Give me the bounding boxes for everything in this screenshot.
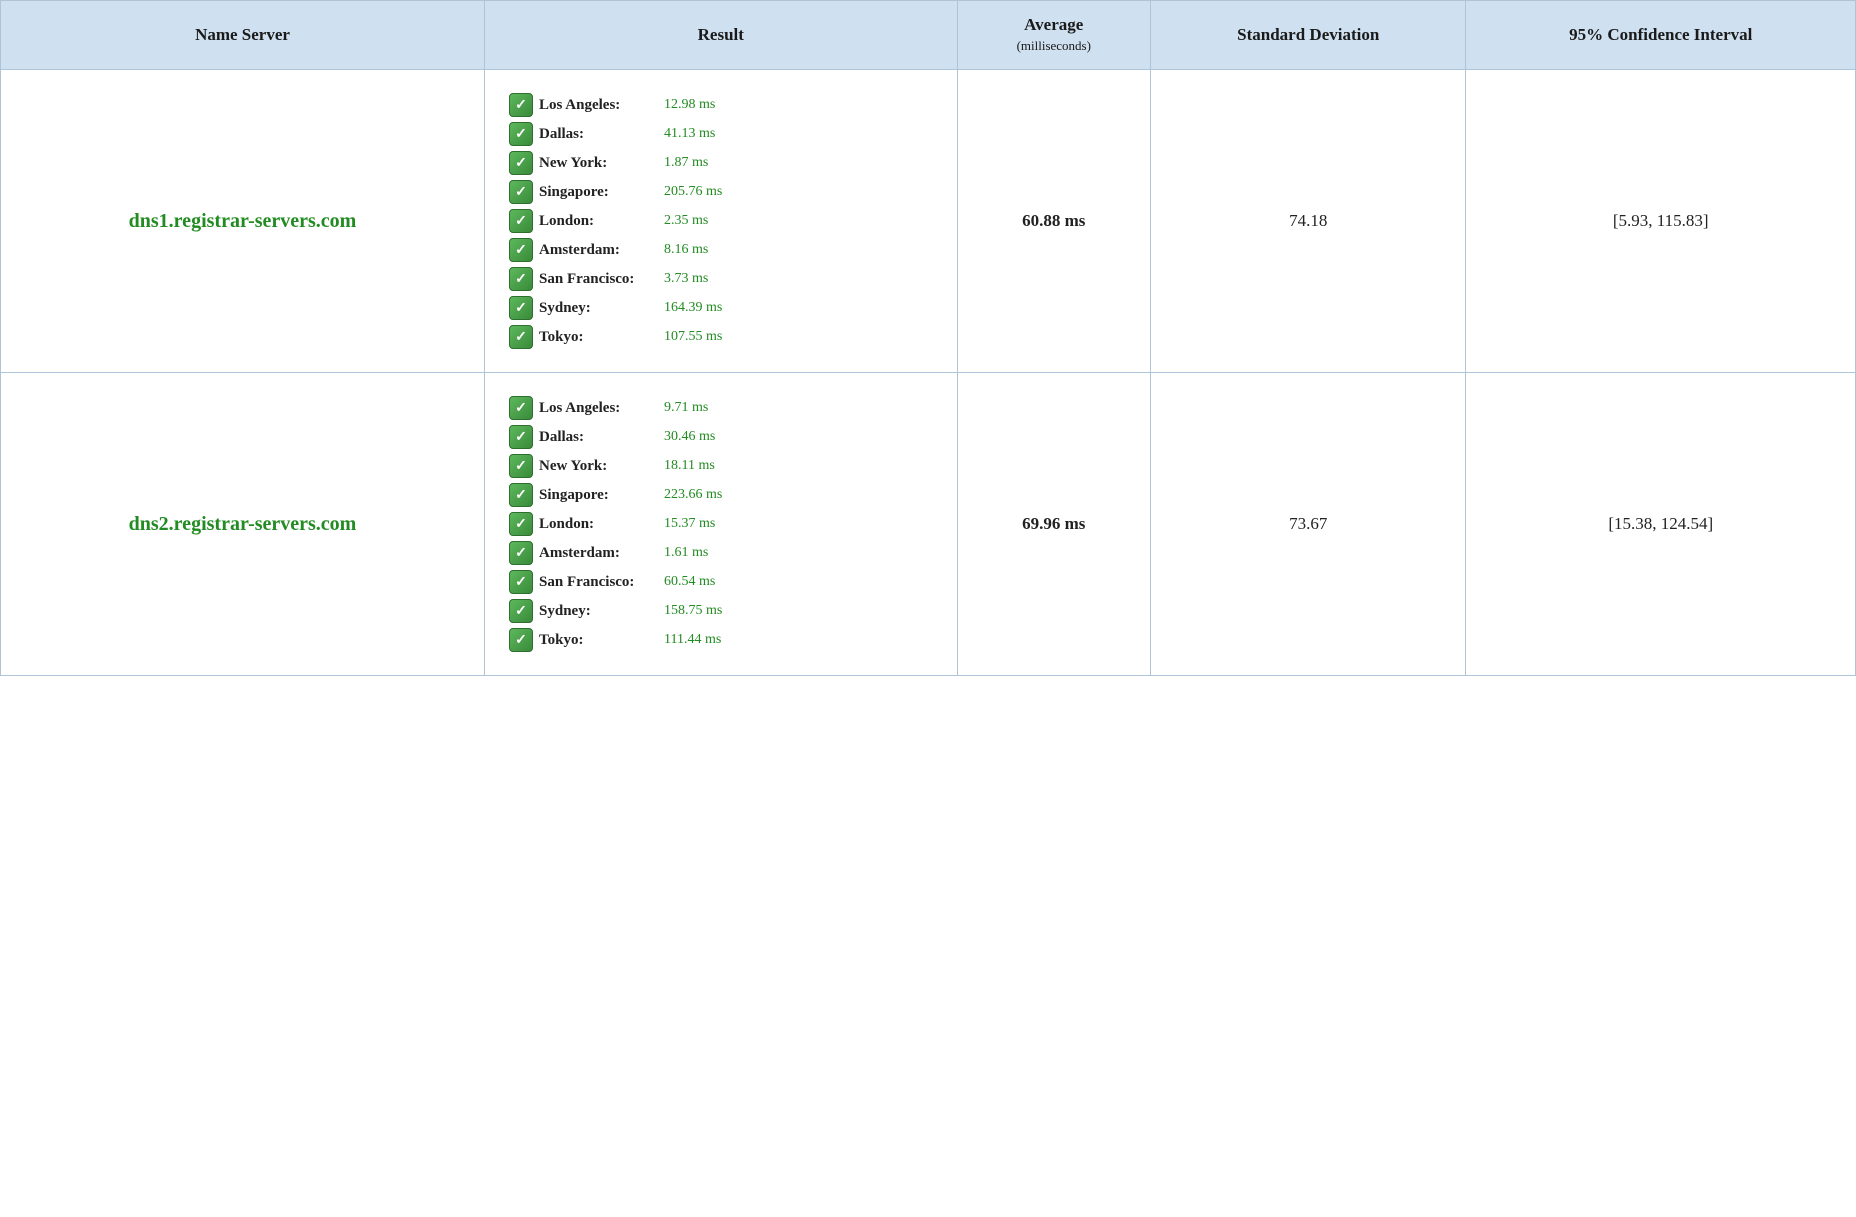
location-name: Los Angeles: (539, 400, 654, 417)
location-name: Tokyo: (539, 632, 654, 649)
result-row: London: 15.37 ms (509, 512, 933, 536)
table-header-row: Name Server Result Average (milliseconds… (1, 1, 1856, 70)
result-row: London: 2.35 ms (509, 209, 933, 233)
location-ms: 41.13 ms (664, 126, 715, 142)
location-name: New York: (539, 155, 654, 172)
result-row: Los Angeles: 12.98 ms (509, 93, 933, 117)
location-ms: 60.54 ms (664, 574, 715, 590)
location-ms: 18.11 ms (664, 458, 715, 474)
check-icon (509, 512, 533, 536)
location-ms: 12.98 ms (664, 97, 715, 113)
result-row: New York: 18.11 ms (509, 454, 933, 478)
header-result: Result (485, 1, 958, 70)
check-icon (509, 454, 533, 478)
check-icon (509, 599, 533, 623)
ci-cell: [15.38, 124.54] (1466, 373, 1856, 676)
location-name: Sydney: (539, 300, 654, 317)
location-ms: 111.44 ms (664, 632, 721, 648)
check-icon (509, 93, 533, 117)
location-name: Sydney: (539, 603, 654, 620)
check-icon (509, 267, 533, 291)
location-name: San Francisco: (539, 271, 654, 288)
dns-results-table: Name Server Result Average (milliseconds… (0, 0, 1856, 676)
result-row: Singapore: 223.66 ms (509, 483, 933, 507)
result-row: San Francisco: 60.54 ms (509, 570, 933, 594)
check-icon (509, 541, 533, 565)
location-ms: 164.39 ms (664, 300, 722, 316)
header-average: Average (milliseconds) (957, 1, 1150, 70)
result-row: Dallas: 30.46 ms (509, 425, 933, 449)
result-row: Dallas: 41.13 ms (509, 122, 933, 146)
result-row: Sydney: 164.39 ms (509, 296, 933, 320)
stddev-cell: 73.67 (1150, 373, 1466, 676)
location-ms: 9.71 ms (664, 400, 708, 416)
location-ms: 107.55 ms (664, 329, 722, 345)
location-ms: 223.66 ms (664, 487, 722, 503)
location-ms: 3.73 ms (664, 271, 708, 287)
server-name-cell: dns1.registrar-servers.com (1, 70, 485, 373)
location-name: London: (539, 213, 654, 230)
server-name-cell: dns2.registrar-servers.com (1, 373, 485, 676)
result-row: Singapore: 205.76 ms (509, 180, 933, 204)
location-name: Amsterdam: (539, 545, 654, 562)
result-row: Tokyo: 111.44 ms (509, 628, 933, 652)
location-name: London: (539, 516, 654, 533)
result-row: Tokyo: 107.55 ms (509, 325, 933, 349)
location-ms: 158.75 ms (664, 603, 722, 619)
location-name: Dallas: (539, 126, 654, 143)
location-ms: 15.37 ms (664, 516, 715, 532)
location-ms: 205.76 ms (664, 184, 722, 200)
location-ms: 1.61 ms (664, 545, 708, 561)
result-row: Amsterdam: 8.16 ms (509, 238, 933, 262)
result-row: Sydney: 158.75 ms (509, 599, 933, 623)
table-row: dns2.registrar-servers.com Los Angeles: 9.… (1, 373, 1856, 676)
location-name: Los Angeles: (539, 97, 654, 114)
check-icon (509, 628, 533, 652)
check-icon (509, 396, 533, 420)
header-name-server: Name Server (1, 1, 485, 70)
table-row: dns1.registrar-servers.com Los Angeles: 12… (1, 70, 1856, 373)
result-row: New York: 1.87 ms (509, 151, 933, 175)
check-icon (509, 209, 533, 233)
location-ms: 1.87 ms (664, 155, 708, 171)
results-cell: Los Angeles: 12.98 ms Dallas: 41.13 ms New Y… (485, 70, 958, 373)
check-icon (509, 483, 533, 507)
check-icon (509, 238, 533, 262)
location-name: New York: (539, 458, 654, 475)
header-stddev: Standard Deviation (1150, 1, 1466, 70)
location-name: Dallas: (539, 429, 654, 446)
stddev-cell: 74.18 (1150, 70, 1466, 373)
check-icon (509, 180, 533, 204)
average-cell: 60.88 ms (957, 70, 1150, 373)
location-name: Tokyo: (539, 329, 654, 346)
check-icon (509, 151, 533, 175)
check-icon (509, 425, 533, 449)
ci-cell: [5.93, 115.83] (1466, 70, 1856, 373)
location-ms: 8.16 ms (664, 242, 708, 258)
location-name: Amsterdam: (539, 242, 654, 259)
check-icon (509, 325, 533, 349)
check-icon (509, 296, 533, 320)
results-cell: Los Angeles: 9.71 ms Dallas: 30.46 ms New Yo… (485, 373, 958, 676)
header-ci: 95% Confidence Interval (1466, 1, 1856, 70)
location-ms: 2.35 ms (664, 213, 708, 229)
result-row: Los Angeles: 9.71 ms (509, 396, 933, 420)
result-row: Amsterdam: 1.61 ms (509, 541, 933, 565)
check-icon (509, 122, 533, 146)
location-name: San Francisco: (539, 574, 654, 591)
average-cell: 69.96 ms (957, 373, 1150, 676)
location-ms: 30.46 ms (664, 429, 715, 445)
check-icon (509, 570, 533, 594)
result-row: San Francisco: 3.73 ms (509, 267, 933, 291)
location-name: Singapore: (539, 487, 654, 504)
location-name: Singapore: (539, 184, 654, 201)
